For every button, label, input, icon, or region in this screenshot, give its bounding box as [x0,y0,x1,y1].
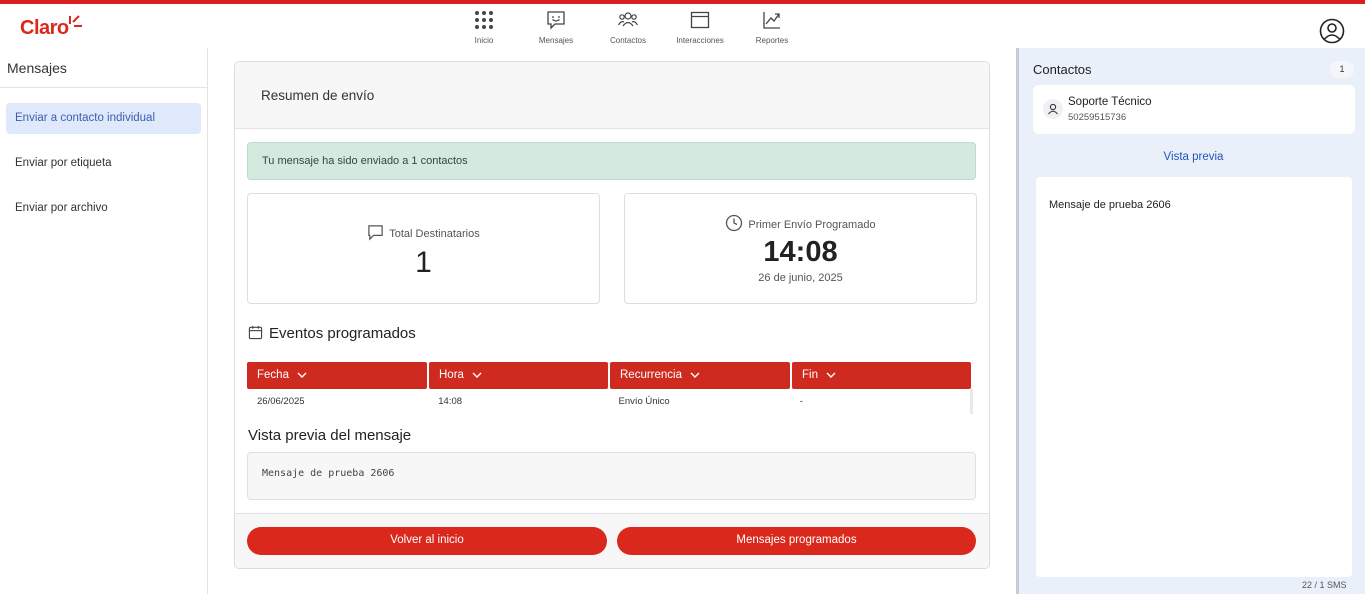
person-icon [1048,103,1058,115]
contact-item[interactable]: Soporte Técnico 50259515736 [1033,85,1355,134]
window-icon [690,11,710,29]
contact-phone: 50259515736 [1068,112,1127,123]
scheduled-messages-button[interactable]: Mensajes programados [617,527,976,555]
nav-contactos[interactable]: Contactos [592,10,664,45]
total-label-row: Total Destinatarios [248,224,599,241]
events-title: Eventos programados [269,325,416,342]
column-label: Hora [439,369,464,381]
logo-rays-icon [69,15,82,27]
nav-inicio[interactable]: Inicio [448,10,520,45]
column-header-fecha[interactable]: Fecha [247,362,427,389]
column-header-recurrencia[interactable]: Recurrencia [610,362,790,389]
sidebar-item-archivo[interactable]: Enviar por archivo [6,193,201,224]
header: Claro Inicio Mensajes Contactos Interacc… [0,4,1365,48]
nav-interacciones[interactable]: Interacciones [664,10,736,45]
contact-name: Soporte Técnico [1068,96,1152,108]
users-icon [618,12,638,27]
preview-title: Vista previa del mensaje [248,427,412,444]
table-header: Fecha Hora Recurrencia Fin [247,362,973,389]
total-value: 1 [415,246,432,279]
first-date: 26 de junio, 2025 [758,272,843,284]
chevron-down-icon [297,372,307,378]
column-header-fin[interactable]: Fin [792,362,971,389]
first-label: Primer Envío Programado [748,219,876,231]
brand-name: Claro [20,17,69,39]
nav-label: Reportes [755,36,789,45]
cell-hora: 14:08 [438,396,463,407]
cell-fecha: 26/06/2025 [257,396,305,407]
column-label: Recurrencia [620,369,682,381]
chevron-down-icon [472,372,482,378]
preview-link[interactable]: Vista previa [1019,151,1365,163]
nav-label: Interacciones [676,36,724,45]
column-label: Fecha [257,369,289,381]
total-recipients-card: Total Destinatarios 1 [247,193,600,304]
sidebar: Mensajes Enviar a contacto individual En… [0,48,208,594]
chevron-down-icon [690,372,700,378]
claro-logo[interactable]: Claro [20,15,82,40]
divider [0,87,207,88]
first-send-card: Primer Envío Programado 14:08 26 de juni… [624,193,977,304]
success-alert: Tu mensaje ha sido enviado a 1 contactos [247,142,976,180]
back-home-button[interactable]: Volver al inicio [247,527,607,555]
sms-preview-box: Mensaje de prueba 2606 [1036,177,1352,577]
column-header-hora[interactable]: Hora [429,362,608,389]
contacts-panel: Contactos 1 Soporte Técnico 50259515736 … [1016,48,1365,594]
summary-card: Resumen de envío Tu mensaje ha sido envi… [234,61,990,569]
message-icon [368,225,383,241]
cell-fin: - [799,396,803,407]
events-table: Fecha Hora Recurrencia Fin 26/06/2025 14… [247,362,973,414]
card-title: Resumen de envío [261,88,375,103]
contacts-count-badge: 1 [1330,61,1354,78]
first-label-row: Primer Envío Programado [625,214,976,232]
first-time: 14:08 [763,236,838,268]
message-preview: Mensaje de prueba 2606 [247,452,976,500]
table-row: 26/06/2025 14:08 Envío Único - [247,389,973,414]
nav-reportes[interactable]: Reportes [736,10,808,45]
sidebar-title: Mensajes [7,60,67,76]
chevron-down-icon [826,372,836,378]
card-header: Resumen de envío [235,62,989,129]
events-title-row: Eventos programados [248,325,416,342]
clock-icon [726,214,743,232]
total-label: Total Destinatarios [389,228,480,240]
avatar [1043,99,1063,119]
sidebar-item-etiqueta[interactable]: Enviar por etiqueta [6,148,201,179]
cell-recurrencia: Envío Único [618,396,670,407]
top-nav: Inicio Mensajes Contactos Interacciones … [448,10,808,45]
nav-label: Contactos [609,36,647,45]
user-account-icon[interactable] [1319,18,1345,44]
sidebar-item-individual[interactable]: Enviar a contacto individual [6,103,201,134]
nav-label: Inicio [474,36,494,45]
card-footer: Volver al inicio Mensajes programados [235,513,989,568]
calendar-icon [248,325,263,340]
trend-icon [763,12,780,29]
contacts-title: Contactos [1033,62,1092,77]
column-label: Fin [802,369,818,381]
message-smile-icon [547,11,565,30]
grid-icon [475,11,493,29]
nav-mensajes[interactable]: Mensajes [520,10,592,45]
sms-counter: 22 / 1 SMS [1302,580,1347,590]
nav-label: Mensajes [538,36,574,45]
